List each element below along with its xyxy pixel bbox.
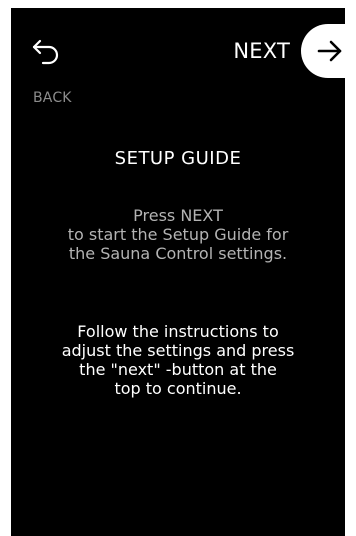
intro-text: Press NEXT to start the Setup Guide for … xyxy=(67,206,289,263)
instructions-text: Follow the instructions to adjust the se… xyxy=(61,322,295,398)
next-label: NEXT xyxy=(233,39,290,63)
back-button[interactable]: BACK xyxy=(21,28,91,108)
setup-guide-screen: BACK NEXT SETUP GUIDE Press NEXT to star… xyxy=(11,8,345,536)
next-arrow-button[interactable] xyxy=(301,24,345,78)
page-title: SETUP GUIDE xyxy=(114,148,242,169)
undo-arrow-icon xyxy=(32,39,59,65)
arrow-right-icon xyxy=(317,40,342,62)
back-label: BACK xyxy=(33,90,72,106)
next-button[interactable]: NEXT xyxy=(205,24,345,80)
